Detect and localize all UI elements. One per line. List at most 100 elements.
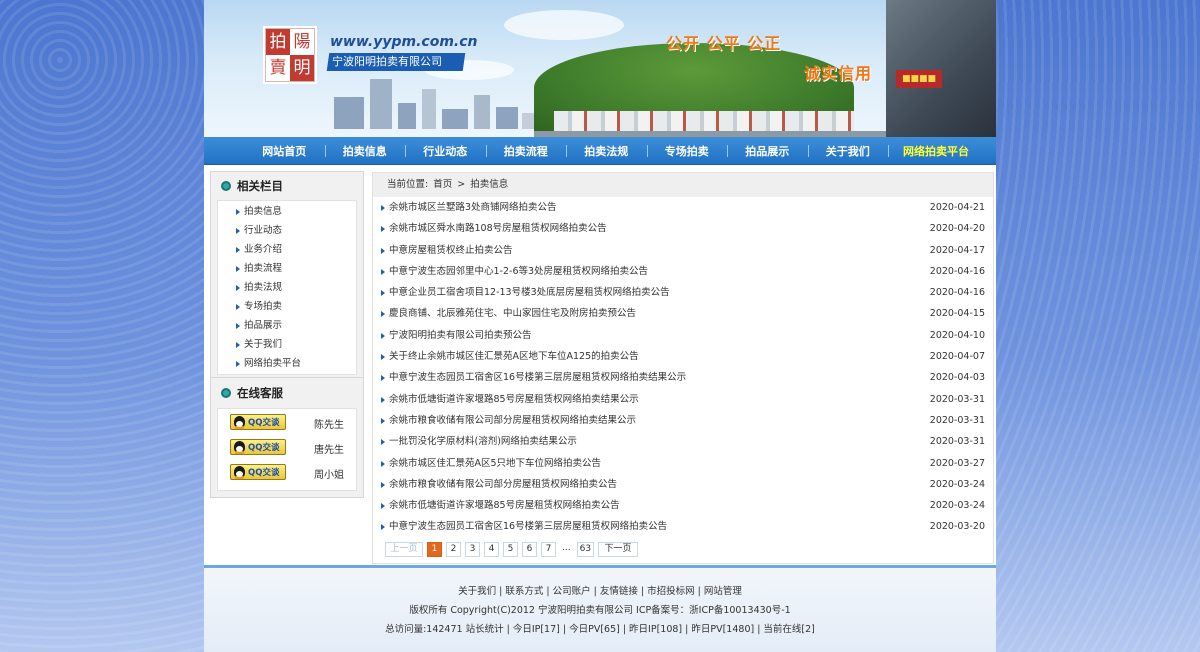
company-seal-logo[interactable]: 拍 陽 賣 明 xyxy=(265,28,315,82)
list-item[interactable]: 余姚市低塘街道许家堰路85号房屋租赁权网络拍卖结果公示 2020-03-31 xyxy=(373,389,993,410)
list-item[interactable]: 中意房屋租赁权终止拍卖公告 2020-04-17 xyxy=(373,240,993,261)
news-title[interactable]: 余姚市粮食收储有限公司部分房屋租赁权网络拍卖公告 xyxy=(389,474,617,495)
service-row: QQ交谈 唐先生 xyxy=(218,436,356,461)
news-title[interactable]: 中意宁波生态园员工宿舍区16号楼第三层房屋租赁权网络拍卖结果公示 xyxy=(389,367,686,388)
prev-page-button: 上一页 xyxy=(385,541,423,557)
list-item[interactable]: 中意宁波生态园员工宿舍区16号楼第三层房屋租赁权网络拍卖公告 2020-03-20 xyxy=(373,516,993,537)
news-title[interactable]: 中意房屋租赁权终止拍卖公告 xyxy=(389,240,513,261)
sidebar-item-industry-news[interactable]: 行业动态 xyxy=(218,221,356,240)
news-title[interactable]: 余姚市城区佳汇景苑A区5只地下车位网络拍卖公告 xyxy=(389,453,601,474)
news-date: 2020-03-20 xyxy=(929,521,985,533)
footer-links[interactable]: 关于我们 | 联系方式 | 公司账户 | 友情链接 | 市招投标网 | 网站管理 xyxy=(204,583,996,600)
last-page-button[interactable]: 63 xyxy=(576,541,595,557)
nav-auction-law[interactable]: 拍卖法规 xyxy=(566,143,647,159)
page-button[interactable]: 7 xyxy=(541,541,556,557)
news-date: 2020-04-20 xyxy=(929,223,985,235)
slogan-honest: 诚实信用 xyxy=(804,64,873,83)
nav-lot-display[interactable]: 拍品展示 xyxy=(727,143,808,159)
city-buildings-image xyxy=(334,74,554,129)
next-page-button[interactable]: 下一页 xyxy=(598,541,639,557)
bullet-icon xyxy=(221,388,231,398)
list-item[interactable]: 余姚市低塘街道许家堰路85号房屋租赁权网络拍卖公告 2020-03-24 xyxy=(373,495,993,516)
breadcrumb-current[interactable]: 拍卖信息 xyxy=(470,179,508,190)
header-banner: ■■■■ 拍 陽 賣 明 www.yypm.com.cn 宁波阳明拍卖有限公司 … xyxy=(204,0,996,137)
news-title[interactable]: 余姚市低塘街道许家堰路85号房屋租赁权网络拍卖公告 xyxy=(389,495,620,516)
list-item[interactable]: 余姚市城区佳汇景苑A区5只地下车位网络拍卖公告 2020-03-27 xyxy=(373,453,993,474)
qq-chat-button[interactable]: QQ交谈 xyxy=(230,414,286,430)
qq-chat-button[interactable]: QQ交谈 xyxy=(230,464,286,480)
page-button[interactable]: 5 xyxy=(503,541,518,557)
page-ellipsis: ... xyxy=(560,541,573,557)
list-item[interactable]: 余姚市城区兰墅路3处商铺网络拍卖公告 2020-04-21 xyxy=(373,197,993,218)
service-row: QQ交谈 周小姐 xyxy=(218,461,356,486)
sidebar-item-process[interactable]: 拍卖流程 xyxy=(218,259,356,278)
news-date: 2020-03-31 xyxy=(929,393,985,405)
qq-chat-button[interactable]: QQ交谈 xyxy=(230,439,286,455)
site-url: www.yypm.com.cn xyxy=(330,34,478,50)
sidebar-item-lots[interactable]: 拍品展示 xyxy=(218,316,356,335)
news-date: 2020-04-07 xyxy=(929,351,985,363)
news-title[interactable]: 一批罚没化学原材料(溶剂)网络拍卖结果公示 xyxy=(389,431,577,452)
nav-industry-news[interactable]: 行业动态 xyxy=(405,143,486,159)
sidebar-item-law[interactable]: 拍卖法规 xyxy=(218,278,356,297)
news-title[interactable]: 中意企业员工宿舍项目12-13号楼3处底层房屋租赁权网络拍卖公告 xyxy=(389,282,670,303)
news-date: 2020-03-24 xyxy=(929,478,985,490)
company-name-badge: 宁波阳明拍卖有限公司 xyxy=(326,53,466,71)
page-button[interactable]: 2 xyxy=(446,541,461,557)
news-title[interactable]: 余姚市城区舜水南路108号房屋租赁权网络拍卖公告 xyxy=(389,218,607,239)
qq-penguin-icon xyxy=(234,466,245,479)
pagination: 上一页 1 2 3 4 5 6 7 ... 63 下一页 xyxy=(385,541,642,557)
service-name: 陈先生 xyxy=(314,420,344,431)
list-item[interactable]: 慶良商铺、北辰雅苑住宅、中山家园住宅及附房拍卖预公告 2020-04-15 xyxy=(373,303,993,324)
sidebar-item-auction-info[interactable]: 拍卖信息 xyxy=(218,202,356,221)
nav-special-auction[interactable]: 专场拍卖 xyxy=(646,143,728,159)
page-frame: ■■■■ 拍 陽 賣 明 www.yypm.com.cn 宁波阳明拍卖有限公司 … xyxy=(204,0,996,652)
news-title[interactable]: 余姚市城区兰墅路3处商铺网络拍卖公告 xyxy=(389,197,557,218)
breadcrumb-separator: > xyxy=(457,179,466,190)
page-button[interactable]: 4 xyxy=(484,541,499,557)
page-button[interactable]: 6 xyxy=(522,541,537,557)
list-item[interactable]: 中意企业员工宿舍项目12-13号楼3处底层房屋租赁权网络拍卖公告 2020-04-… xyxy=(373,282,993,303)
news-title[interactable]: 余姚市低塘街道许家堰路85号房屋租赁权网络拍卖结果公示 xyxy=(389,389,639,410)
online-service-title: 在线客服 xyxy=(211,378,363,408)
nav-home[interactable]: 网站首页 xyxy=(244,143,325,159)
news-title[interactable]: 中意宁波生态园员工宿舍区16号楼第三层房屋租赁权网络拍卖公告 xyxy=(389,516,667,537)
news-title[interactable]: 中意宁波生态园邻里中心1-2-6等3处房屋租赁权网络拍卖公告 xyxy=(389,261,648,282)
news-title[interactable]: 慶良商铺、北辰雅苑住宅、中山家园住宅及附房拍卖预公告 xyxy=(389,303,636,324)
sidebar-item-special[interactable]: 专场拍卖 xyxy=(218,297,356,316)
sidebar-item-online-platform[interactable]: 网络拍卖平台 xyxy=(218,354,356,373)
news-date: 2020-04-03 xyxy=(929,372,985,384)
news-date: 2020-04-17 xyxy=(929,244,985,256)
news-date: 2020-03-27 xyxy=(929,457,985,469)
sidebar-item-business[interactable]: 业务介绍 xyxy=(218,240,356,259)
page-button[interactable]: 3 xyxy=(465,541,480,557)
nav-auction-info[interactable]: 拍卖信息 xyxy=(324,143,406,159)
news-title[interactable]: 关于终止余姚市城区佳汇景苑A区地下车位A125的拍卖公告 xyxy=(389,346,639,367)
breadcrumb-label: 当前位置: xyxy=(387,179,429,190)
news-title[interactable]: 宁波阳明拍卖有限公司拍卖预公告 xyxy=(389,325,532,346)
list-item[interactable]: 一批罚没化学原材料(溶剂)网络拍卖结果公示 2020-03-31 xyxy=(373,431,993,452)
footer-copyright: 版权所有 Copyright(C)2012 宁波阳明拍卖有限公司 ICP备案号：… xyxy=(409,605,791,616)
service-name: 唐先生 xyxy=(314,445,344,456)
news-title[interactable]: 余姚市粮食收储有限公司部分房屋租赁权网络拍卖结果公示 xyxy=(389,410,636,431)
nav-about-us[interactable]: 关于我们 xyxy=(807,143,889,159)
news-date: 2020-03-31 xyxy=(929,436,985,448)
list-item[interactable]: 中意宁波生态园邻里中心1-2-6等3处房屋租赁权网络拍卖公告 2020-04-16 xyxy=(373,261,993,282)
news-date: 2020-04-21 xyxy=(929,202,985,213)
list-item[interactable]: 关于终止余姚市城区佳汇景苑A区地下车位A125的拍卖公告 2020-04-07 xyxy=(373,346,993,367)
list-item[interactable]: 中意宁波生态园员工宿舍区16号楼第三层房屋租赁权网络拍卖结果公示 2020-04-… xyxy=(373,367,993,388)
breadcrumb-home[interactable]: 首页 xyxy=(433,179,452,190)
list-item[interactable]: 宁波阳明拍卖有限公司拍卖预公告 2020-04-10 xyxy=(373,325,993,346)
page-button-current: 1 xyxy=(427,541,442,557)
nav-online-auction[interactable]: 网络拍卖平台 xyxy=(888,143,984,159)
list-item[interactable]: 余姚市粮食收储有限公司部分房屋租赁权网络拍卖结果公示 2020-03-31 xyxy=(373,410,993,431)
breadcrumb: 当前位置: 首页 > 拍卖信息 xyxy=(373,173,993,197)
news-content: 当前位置: 首页 > 拍卖信息 余姚市城区兰墅路3处商铺网络拍卖公告 2020-0… xyxy=(372,172,994,564)
nav-auction-process[interactable]: 拍卖流程 xyxy=(485,143,567,159)
sidebar-item-about[interactable]: 关于我们 xyxy=(218,335,356,354)
company-name: 宁波阳明拍卖有限公司 xyxy=(332,55,442,68)
news-date: 2020-03-31 xyxy=(929,414,985,426)
footer-stats: 总访问量:142471 站长统计 | 今日IP[17] | 今日PV[65] |… xyxy=(385,624,815,635)
list-item[interactable]: 余姚市城区舜水南路108号房屋租赁权网络拍卖公告 2020-04-20 xyxy=(373,218,993,239)
list-item[interactable]: 余姚市粮食收储有限公司部分房屋租赁权网络拍卖公告 2020-03-24 xyxy=(373,474,993,495)
